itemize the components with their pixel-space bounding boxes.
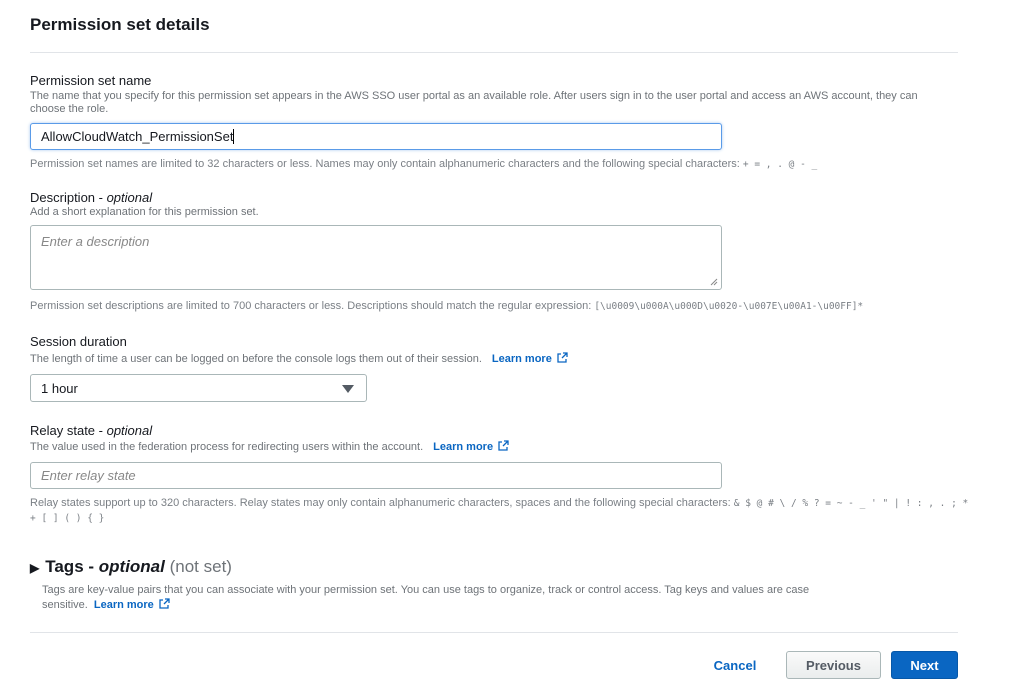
- page-title: Permission set details: [30, 15, 210, 34]
- name-value: AllowCloudWatch_PermissionSet: [41, 129, 234, 144]
- cancel-button[interactable]: Cancel: [705, 651, 765, 679]
- divider: [30, 52, 958, 53]
- session-duration-value: 1 hour: [41, 380, 78, 396]
- description-textarea[interactable]: Enter a description: [30, 225, 722, 290]
- external-link-icon: [557, 352, 568, 363]
- session-help-text: The length of time a user can be logged …: [30, 353, 482, 365]
- relay-placeholder: Enter relay state: [41, 468, 136, 483]
- description-constraint-text: Permission set descriptions are limited …: [30, 300, 592, 312]
- session-learn-more-link[interactable]: Learn more: [491, 352, 568, 365]
- description-constraint-regex: [\u0009\u000A\u000D\u0020-\u007E\u00A1-\…: [594, 301, 864, 312]
- session-duration-label: Session duration: [30, 334, 127, 349]
- learn-more-text: Learn more: [433, 441, 494, 453]
- tags-description: Tags are key-value pairs that you can as…: [42, 583, 862, 613]
- previous-button[interactable]: Previous: [786, 651, 881, 679]
- relay-state-label: Relay state - optional: [30, 423, 152, 438]
- relay-constraint: Relay states support up to 320 character…: [30, 496, 970, 526]
- tags-optional: optional: [98, 557, 165, 576]
- optional-tag: optional: [106, 190, 153, 205]
- caret-right-icon: ▶: [30, 561, 40, 575]
- name-constraint-text: Permission set names are limited to 32 c…: [30, 158, 740, 170]
- tags-learn-more-link[interactable]: Learn more: [93, 598, 170, 611]
- relay-constraint-text: Relay states support up to 320 character…: [30, 497, 731, 509]
- external-link-icon: [159, 598, 170, 609]
- relay-state-input[interactable]: Enter relay state: [30, 462, 722, 489]
- external-link-icon: [498, 440, 509, 451]
- learn-more-text: Learn more: [491, 353, 552, 365]
- relay-label-text: Relay state -: [30, 423, 107, 438]
- next-button[interactable]: Next: [891, 651, 958, 679]
- name-label: Permission set name: [30, 73, 152, 88]
- learn-more-text: Learn more: [93, 599, 154, 611]
- description-label: Description - optional: [30, 190, 152, 205]
- resize-handle-icon[interactable]: [710, 278, 718, 286]
- description-constraint: Permission set descriptions are limited …: [30, 299, 863, 314]
- name-help: The name that you specify for this permi…: [30, 90, 918, 115]
- name-constraint-chars: + = , . @ - _: [742, 159, 818, 170]
- description-help: Add a short explanation for this permiss…: [30, 206, 259, 218]
- relay-state-help: The value used in the federation process…: [30, 440, 509, 454]
- permission-set-name-input[interactable]: AllowCloudWatch_PermissionSet: [30, 123, 722, 150]
- relay-learn-more-link[interactable]: Learn more: [433, 440, 509, 453]
- tags-expander[interactable]: ▶ Tags - optional (not set): [30, 557, 232, 577]
- description-label-text: Description -: [30, 190, 107, 205]
- tags-status: (not set): [169, 557, 232, 576]
- name-constraint: Permission set names are limited to 32 c…: [30, 157, 817, 172]
- optional-tag: optional: [106, 423, 153, 438]
- session-duration-select[interactable]: 1 hour: [30, 374, 367, 402]
- description-placeholder: Enter a description: [41, 234, 150, 249]
- session-duration-help: The length of time a user can be logged …: [30, 352, 568, 366]
- tags-title: Tags -: [45, 557, 99, 576]
- caret-down-icon: [342, 385, 354, 393]
- divider: [30, 632, 958, 633]
- relay-help-text: The value used in the federation process…: [30, 441, 424, 453]
